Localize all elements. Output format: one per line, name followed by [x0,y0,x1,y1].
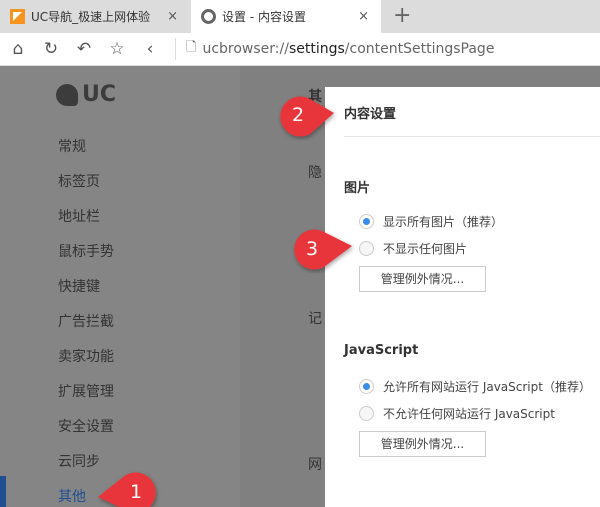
radio-checked-icon[interactable] [359,214,374,229]
radio-block-javascript[interactable]: 不允许任何网站运行 JavaScript [359,405,555,422]
manage-image-exceptions-button[interactable]: 管理例外情况... [359,266,486,292]
bg-heading: 其 [308,89,322,105]
dialog-title: 内容设置 [344,107,397,122]
sidebar-item-sync[interactable]: 云同步 [58,451,100,471]
radio-allow-javascript[interactable]: 允许所有网站运行 JavaScript（推荐） [359,378,591,395]
radio-checked-icon[interactable] [359,379,374,394]
url-prefix: ucbrowser:// [202,41,289,57]
sidebar-item-extensions[interactable]: 扩展管理 [58,381,114,401]
radio-show-all-images[interactable]: 显示所有图片（推荐） [359,213,503,230]
settings-page: UC 常规 标签页 地址栏 鼠标手势 快捷键 广告拦截 卖家功能 扩展管理 安全… [0,66,600,507]
option-label: 显示所有图片（推荐） [383,215,504,229]
sidebar-item-other[interactable]: 其他 [58,486,86,506]
callout-number: 2 [291,104,305,126]
tab-settings[interactable]: 设置 - 内容设置 × [191,0,381,33]
bg-label: 记 [308,311,322,327]
callout-number: 3 [305,238,319,260]
uc-logo: UC [56,82,116,107]
javascript-heading: JavaScript [344,343,419,358]
content-settings-dialog: 内容设置 图片 显示所有图片（推荐） 不显示任何图片 管理例外情况... Jav… [325,87,600,507]
callout-number: 1 [129,481,143,503]
bg-label: 隐 [308,165,322,181]
sidebar: UC 常规 标签页 地址栏 鼠标手势 快捷键 广告拦截 卖家功能 扩展管理 安全… [0,66,240,507]
active-indicator [0,476,6,507]
divider [344,136,600,137]
sidebar-item-seller[interactable]: 卖家功能 [58,346,114,366]
tab-bar: UC导航_极速上网体验 × 设置 - 内容设置 × + [0,0,600,33]
address-bar[interactable]: 🗋 ucbrowser://settings/contentSettingsPa… [186,38,494,60]
sidebar-item-security[interactable]: 安全设置 [58,416,114,436]
radio-unchecked-icon[interactable] [359,406,374,421]
manage-js-exceptions-button[interactable]: 管理例外情况... [359,431,486,457]
images-heading: 图片 [344,181,371,196]
sidebar-item-addressbar[interactable]: 地址栏 [58,206,100,226]
back-icon[interactable]: ‹ [135,39,165,59]
tab-title: 设置 - 内容设置 [222,10,306,24]
sidebar-item-general[interactable]: 常规 [58,136,86,156]
sidebar-item-mouse-gestures[interactable]: 鼠标手势 [58,241,114,261]
tab-uc-nav[interactable]: UC导航_极速上网体验 × [0,0,190,33]
squirrel-icon [56,83,78,106]
radio-unchecked-icon[interactable] [359,241,374,256]
sidebar-item-shortcuts[interactable]: 快捷键 [58,276,100,296]
page-icon: 🗋 [186,40,197,55]
bg-label: 网 [308,457,322,473]
uc-nav-favicon-icon [10,9,25,24]
tab-title: UC导航_极速上网体验 [31,10,151,24]
star-icon[interactable]: ☆ [102,39,132,59]
option-label: 不显示任何图片 [383,242,468,256]
undo-icon[interactable]: ↶ [69,39,99,59]
gear-icon [201,9,216,24]
url-host: settings [288,41,345,57]
sidebar-item-adblock[interactable]: 广告拦截 [58,311,114,331]
url-path: /contentSettingsPage [344,41,495,57]
sidebar-item-tabs[interactable]: 标签页 [58,171,100,191]
home-icon[interactable]: ⌂ [3,39,33,59]
toolbar: ⌂ ↻ ↶ ☆ ‹ 🗋 ucbrowser://settings/content… [0,33,600,66]
reload-icon[interactable]: ↻ [36,39,66,59]
close-icon[interactable]: × [358,9,369,24]
divider [175,38,176,60]
radio-hide-images[interactable]: 不显示任何图片 [359,240,467,257]
new-tab-button[interactable]: + [393,3,411,28]
logo-text: UC [82,82,117,107]
option-label: 不允许任何网站运行 JavaScript [383,407,555,421]
option-label: 允许所有网站运行 JavaScript（推荐） [383,380,591,394]
close-icon[interactable]: × [167,9,178,24]
